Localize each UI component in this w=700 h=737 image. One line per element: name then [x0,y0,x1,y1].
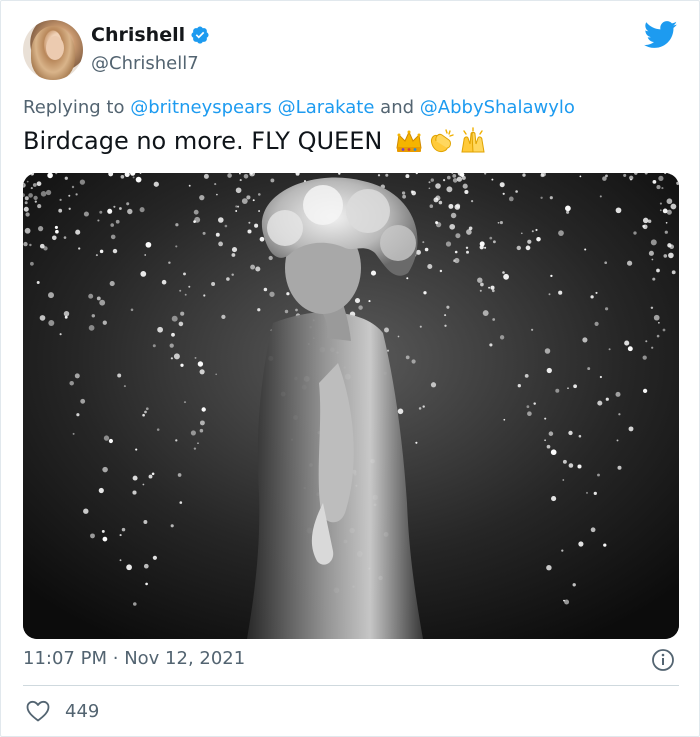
tweet-media-gif[interactable] [23,173,679,639]
divider [23,685,679,686]
display-name[interactable]: Chrishell [91,24,185,46]
mention-link[interactable]: @Larakate [278,97,375,118]
meta-separator: · [112,648,119,669]
reply-context: Replying to @britneyspears @Larakate and… [23,97,575,118]
verified-badge-icon [191,26,209,44]
author-name-row: Chrishell [91,24,210,46]
reply-prefix: Replying to [23,97,125,118]
heart-icon[interactable] [25,699,51,723]
avatar-face [46,36,64,60]
tweet-body: Birdcage no more. FLY QUEEN [23,127,383,155]
mention-link[interactable]: @britneyspears [130,97,272,118]
reply-joiner: and [380,97,415,118]
tweet-timestamp[interactable]: 11:07 PM · Nov 12, 2021 [23,648,245,669]
like-count: 449 [65,700,100,722]
twitter-bird-icon[interactable] [644,21,678,49]
author-handle[interactable]: @Chrishell7 [91,53,199,74]
media-image [23,173,679,639]
mention-link[interactable]: @AbbyShalawylo [420,97,575,118]
tweet-date: Nov 12, 2021 [124,648,246,669]
singer-silhouette [247,177,423,639]
like-action[interactable]: 449 [25,699,99,723]
clapping-hands-emoji [431,129,455,153]
info-icon[interactable] [651,648,675,672]
tweet-time: 11:07 PM [23,648,107,669]
avatar[interactable] [23,20,83,80]
crown-emoji [396,130,422,152]
raising-hands-emoji [461,127,485,153]
tweet-card: Chrishell @Chrishell7 Replying to @britn… [0,0,700,737]
tweet-text: Birdcage no more. FLY QUEEN [23,126,488,156]
